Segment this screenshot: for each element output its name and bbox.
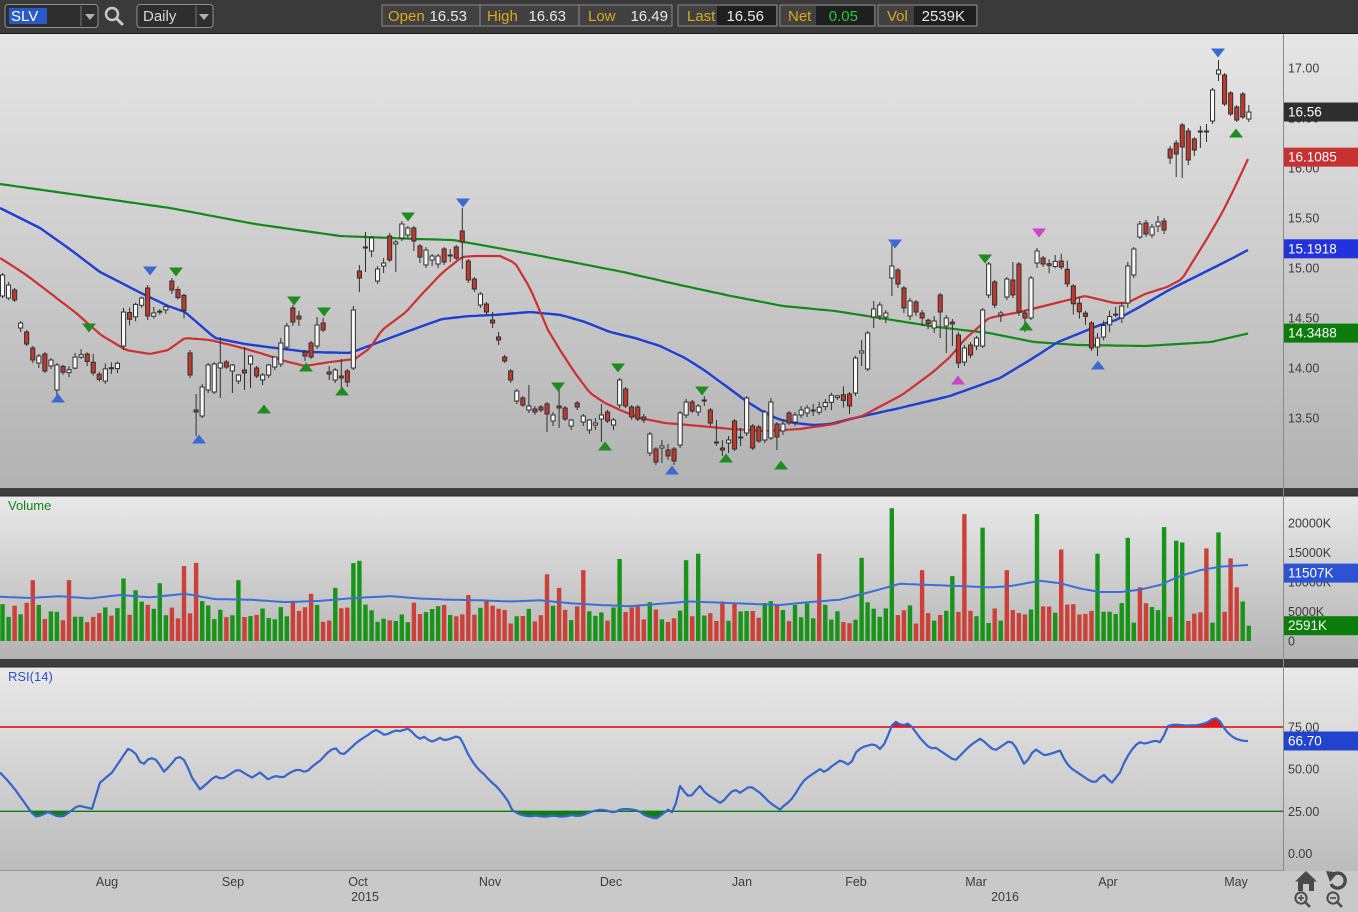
svg-text:17.00: 17.00 xyxy=(1288,62,1319,76)
svg-text:25.00: 25.00 xyxy=(1288,805,1319,819)
svg-text:15.00: 15.00 xyxy=(1288,262,1319,276)
svg-text:Mar: Mar xyxy=(965,875,987,889)
svg-text:Oct: Oct xyxy=(348,875,368,889)
svg-text:16.56: 16.56 xyxy=(726,8,764,25)
svg-text:Feb: Feb xyxy=(845,875,867,889)
svg-text:0: 0 xyxy=(1288,635,1295,649)
svg-text:2591K: 2591K xyxy=(1288,618,1327,633)
svg-text:Vol: Vol xyxy=(887,8,908,25)
svg-text:50.00: 50.00 xyxy=(1288,763,1319,777)
svg-text:Volume: Volume xyxy=(8,498,51,513)
svg-text:Dec: Dec xyxy=(600,875,622,889)
svg-text:Apr: Apr xyxy=(1098,875,1117,889)
svg-text:Daily: Daily xyxy=(143,8,177,25)
svg-text:Net: Net xyxy=(788,8,812,25)
svg-text:High: High xyxy=(487,8,518,25)
svg-text:13.50: 13.50 xyxy=(1288,412,1319,426)
svg-text:15.50: 15.50 xyxy=(1288,212,1319,226)
svg-text:Nov: Nov xyxy=(479,875,502,889)
svg-text:May: May xyxy=(1224,875,1248,889)
svg-text:14.50: 14.50 xyxy=(1288,312,1319,326)
svg-text:16.63: 16.63 xyxy=(528,8,566,25)
svg-text:15.1918: 15.1918 xyxy=(1288,241,1337,256)
svg-text:66.70: 66.70 xyxy=(1288,733,1322,748)
svg-text:Last: Last xyxy=(687,8,716,25)
svg-text:SLV: SLV xyxy=(11,8,38,25)
svg-text:16.1085: 16.1085 xyxy=(1288,150,1337,165)
svg-text:Sep: Sep xyxy=(222,875,244,889)
svg-text:11507K: 11507K xyxy=(1288,566,1334,581)
svg-text:Open: Open xyxy=(388,8,425,25)
svg-text:15000K: 15000K xyxy=(1288,546,1332,560)
svg-text:2015: 2015 xyxy=(351,890,379,904)
svg-text:Aug: Aug xyxy=(96,875,118,889)
svg-text:0.00: 0.00 xyxy=(1288,847,1312,861)
svg-text:16.49: 16.49 xyxy=(630,8,668,25)
svg-text:2016: 2016 xyxy=(991,890,1019,904)
svg-text:14.00: 14.00 xyxy=(1288,362,1319,376)
svg-text:16.56: 16.56 xyxy=(1288,105,1322,120)
svg-text:RSI(14): RSI(14) xyxy=(8,669,53,684)
svg-text:14.3488: 14.3488 xyxy=(1288,326,1337,341)
svg-text:2539K: 2539K xyxy=(922,8,965,25)
svg-text:20000K: 20000K xyxy=(1288,517,1332,531)
svg-text:0.05: 0.05 xyxy=(829,8,858,25)
svg-text:Jan: Jan xyxy=(732,875,752,889)
svg-text:16.53: 16.53 xyxy=(429,8,467,25)
svg-text:Low: Low xyxy=(588,8,616,25)
